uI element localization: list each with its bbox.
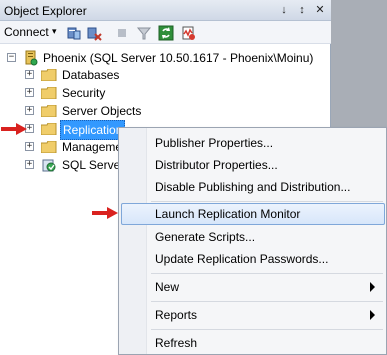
expand-icon[interactable]: +: [25, 142, 34, 151]
folder-icon: [41, 123, 57, 135]
stop-icon[interactable]: [114, 25, 130, 41]
menu-item-reports[interactable]: Reports: [121, 304, 385, 326]
tree-node-label: Server Objects: [62, 104, 142, 118]
menu-item-label: Refresh: [155, 336, 198, 350]
server-icon: [25, 50, 38, 66]
menu-separator: [151, 273, 383, 274]
connect-button[interactable]: Connect: [4, 25, 49, 39]
menu-item-label: Update Replication Passwords...: [155, 252, 329, 266]
expand-icon[interactable]: +: [25, 106, 34, 115]
refresh-icon[interactable]: [158, 25, 174, 41]
folder-icon: [41, 87, 57, 99]
menu-item-distributor-properties[interactable]: Distributor Properties...: [121, 154, 385, 176]
tree-node-label: Management: [62, 140, 120, 154]
annotation-arrow-icon: [1, 123, 27, 135]
tree-node-server[interactable]: − Phoenix (SQL Server 10.50.1617 - Phoen…: [0, 49, 331, 67]
disconnect-icon[interactable]: [86, 25, 102, 41]
submenu-arrow-icon: [370, 310, 375, 320]
window-title: Object Explorer: [4, 4, 87, 18]
connect-dropdown-icon[interactable]: ▾: [52, 26, 57, 37]
sql-agent-icon: [42, 159, 56, 172]
context-menu: Publisher Properties... Distributor Prop…: [118, 127, 387, 355]
menu-item-label: Launch Replication Monitor: [155, 207, 301, 221]
menu-separator: [151, 301, 383, 302]
annotation-arrow-icon: [92, 207, 118, 219]
tree-node-label: Replication: [60, 120, 126, 140]
close-icon[interactable]: ✕: [313, 3, 327, 17]
menu-item-disable-publishing[interactable]: Disable Publishing and Distribution...: [121, 176, 385, 198]
menu-item-label: Distributor Properties...: [155, 158, 278, 172]
tree-node-label: Security: [62, 86, 106, 100]
folder-icon: [41, 141, 57, 153]
object-explorer-titlebar: Object Explorer ↓ ↕ ✕: [0, 0, 331, 21]
auto-hide-pin-icon[interactable]: ↕: [295, 3, 309, 17]
activity-monitor-icon[interactable]: [180, 25, 196, 41]
menu-item-label: Reports: [155, 308, 198, 322]
menu-separator: [151, 329, 383, 330]
object-explorer-toolbar: Connect ▾: [0, 21, 331, 44]
tree-node-label: SQL Server Agent: [62, 158, 120, 172]
tree-node-security[interactable]: + Security: [0, 84, 200, 102]
tree-node-label: Databases: [62, 68, 120, 82]
menu-item-new[interactable]: New: [121, 276, 385, 298]
expand-icon[interactable]: +: [25, 88, 34, 97]
folder-icon: [41, 105, 57, 117]
tree-node-sql-server-agent[interactable]: + SQL Server Agent: [0, 156, 120, 174]
menu-item-label: Disable Publishing and Distribution...: [155, 180, 351, 194]
expand-icon[interactable]: +: [25, 160, 34, 169]
menu-item-update-replication-passwords[interactable]: Update Replication Passwords...: [121, 248, 385, 270]
tree-node-management[interactable]: + Management: [0, 138, 120, 156]
expand-icon[interactable]: +: [25, 70, 34, 79]
filter-icon[interactable]: [136, 25, 152, 41]
window-position-icon[interactable]: ↓: [277, 3, 291, 17]
tree-node-server-objects[interactable]: + Server Objects: [0, 102, 200, 120]
menu-item-label: Generate Scripts...: [155, 230, 256, 244]
menu-item-generate-scripts[interactable]: Generate Scripts...: [121, 226, 385, 248]
menu-item-publisher-properties[interactable]: Publisher Properties...: [121, 132, 385, 154]
submenu-arrow-icon: [370, 282, 375, 292]
menu-separator: [151, 201, 383, 202]
tree-node-databases[interactable]: + Databases: [0, 66, 200, 84]
connect-server-icon[interactable]: [66, 25, 82, 41]
menu-item-label: Publisher Properties...: [155, 136, 274, 150]
folder-icon: [41, 69, 57, 81]
menu-item-refresh[interactable]: Refresh: [121, 332, 385, 354]
server-node-label: Phoenix (SQL Server 10.50.1617 - Phoenix…: [43, 51, 314, 65]
menu-item-launch-replication-monitor[interactable]: Launch Replication Monitor: [121, 203, 385, 225]
collapse-icon[interactable]: −: [7, 53, 16, 62]
menu-item-label: New: [155, 280, 180, 294]
